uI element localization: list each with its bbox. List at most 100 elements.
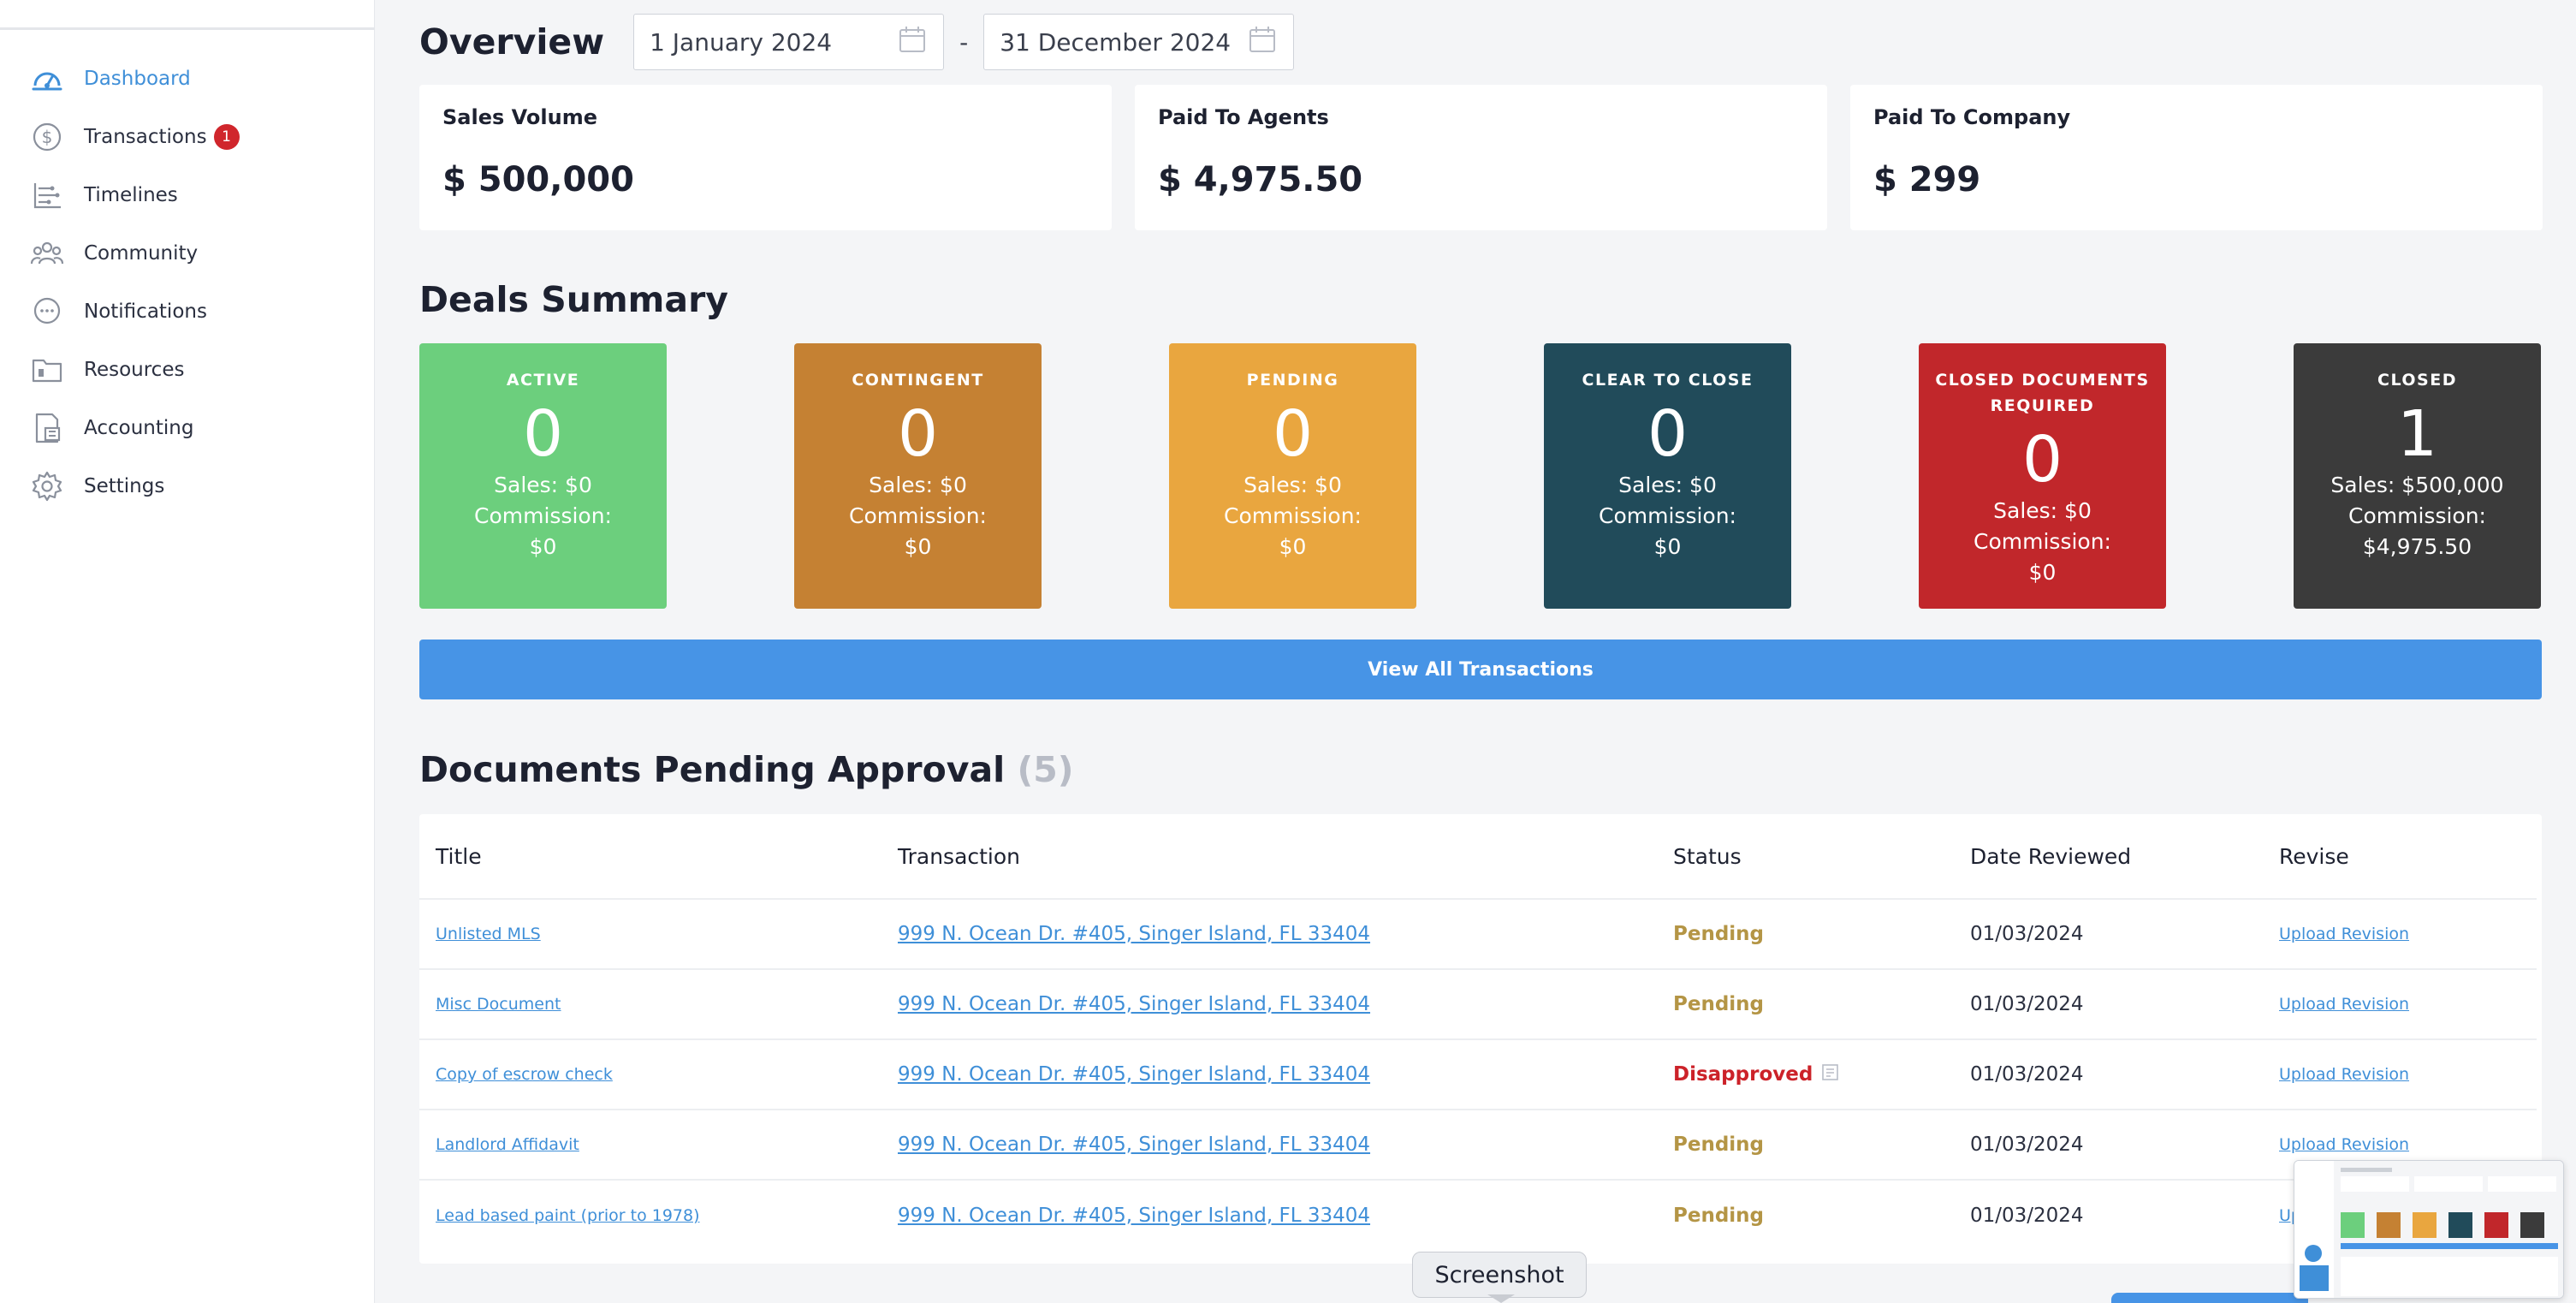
table-row: Landlord Affidavit 999 N. Ocean Dr. #405… [419, 1110, 2537, 1181]
upload-revision-link[interactable]: Upload Revision [2279, 1135, 2409, 1154]
table-header-row: Title Transaction Status Date Reviewed R… [419, 814, 2537, 900]
calendar-icon[interactable] [897, 24, 928, 61]
deal-card-active[interactable]: ACTIVE 0 Sales: $0 Commission: $0 [419, 343, 667, 609]
deal-name: CONTINGENT [852, 371, 984, 390]
start-date-value: 1 January 2024 [650, 27, 833, 57]
sidebar-item-label: Notifications [84, 300, 207, 323]
sidebar-item-label: Transactions [84, 126, 207, 148]
deal-count: 0 [1647, 397, 1689, 471]
comment-note-icon[interactable] [1821, 1063, 1840, 1086]
calendar-icon[interactable] [1247, 24, 1278, 61]
documents-count: (5) [1017, 749, 1074, 790]
stat-value: $ 4,975.50 [1158, 160, 1363, 199]
status-badge: Pending [1673, 923, 1765, 945]
deal-sales: Sales: $0 [1243, 473, 1342, 497]
deals-summary-title: Deals Summary [419, 279, 729, 320]
deal-card-closed[interactable]: CLOSED 1 Sales: $500,000 Commission: $4,… [2294, 343, 2541, 609]
sidebar-item-accounting[interactable]: Accounting [0, 399, 375, 457]
documents-panel: Title Transaction Status Date Reviewed R… [419, 814, 2542, 1264]
deal-sales: Sales: $0 [494, 473, 592, 497]
document-title-link[interactable]: Copy of escrow check [436, 1065, 613, 1084]
table-row: Misc Document 999 N. Ocean Dr. #405, Sin… [419, 970, 2537, 1040]
deal-name: PENDING [1246, 371, 1339, 390]
date-reviewed: 01/03/2024 [1970, 1063, 2084, 1086]
deal-commission: $0 [904, 534, 932, 559]
deal-card-contingent[interactable]: CONTINGENT 0 Sales: $0 Commission: $0 [794, 343, 1042, 609]
ledger-icon [29, 410, 65, 446]
thumbnail-preview-image [2294, 1161, 2563, 1298]
sidebar-item-label: Dashboard [84, 68, 191, 90]
deal-commission: $0 [529, 534, 557, 559]
sidebar-item-notifications[interactable]: Notifications [0, 283, 375, 341]
start-date-picker[interactable]: 1 January 2024 [633, 14, 945, 70]
stat-label: Paid To Company [1873, 105, 2071, 129]
sidebar-item-settings[interactable]: Settings [0, 457, 375, 515]
deal-commission: $0 [2028, 560, 2057, 585]
partial-bottom-button[interactable] [2111, 1293, 2308, 1303]
column-header-status: Status [1673, 843, 1742, 869]
overview-header: Overview 1 January 2024 - 31 December 20… [419, 12, 1295, 72]
transaction-link[interactable]: 999 N. Ocean Dr. #405, Singer Island, FL… [898, 1205, 1370, 1227]
upload-revision-link[interactable]: Upload Revision [2279, 995, 2409, 1014]
transaction-link[interactable]: 999 N. Ocean Dr. #405, Singer Island, FL… [898, 923, 1370, 945]
tooltip-tail [1487, 1294, 1515, 1303]
sidebar-item-timelines[interactable]: Timelines [0, 166, 375, 224]
document-title-link[interactable]: Misc Document [436, 995, 561, 1014]
transaction-link[interactable]: 999 N. Ocean Dr. #405, Singer Island, FL… [898, 1133, 1370, 1156]
documents-pending-title: Documents Pending Approval (5) [419, 749, 1074, 790]
sidebar: Dashboard $ Transactions 1 Timelines Com… [0, 0, 375, 1303]
status-badge: Pending [1673, 993, 1765, 1015]
deal-commission-label: Commission: [1974, 529, 2111, 554]
end-date-value: 31 December 2024 [1000, 27, 1232, 57]
deal-commission-label: Commission: [2348, 503, 2486, 528]
sidebar-item-label: Community [84, 242, 199, 265]
deal-commission-label: Commission: [1599, 503, 1736, 528]
date-reviewed: 01/03/2024 [1970, 1205, 2084, 1227]
date-reviewed: 01/03/2024 [1970, 923, 2084, 945]
people-group-icon [29, 235, 65, 271]
sidebar-item-label: Resources [84, 359, 185, 381]
deal-commission-label: Commission: [1224, 503, 1362, 528]
column-header-date-reviewed: Date Reviewed [1970, 843, 2132, 869]
document-title-link[interactable]: Lead based paint (prior to 1978) [436, 1206, 700, 1225]
deal-cards: ACTIVE 0 Sales: $0 Commission: $0 CONTIN… [419, 343, 2542, 609]
deal-card-clear-to-close[interactable]: CLEAR TO CLOSE 0 Sales: $0 Commission: $… [1544, 343, 1791, 609]
sidebar-item-community[interactable]: Community [0, 224, 375, 283]
sidebar-item-resources[interactable]: Resources [0, 341, 375, 399]
status-badge: Pending [1673, 1205, 1765, 1227]
end-date-picker[interactable]: 31 December 2024 [983, 14, 1295, 70]
deal-name: CLOSED DOCUMENTS REQUIRED [1935, 371, 2150, 415]
transaction-link[interactable]: 999 N. Ocean Dr. #405, Singer Island, FL… [898, 993, 1370, 1015]
sidebar-item-transactions[interactable]: $ Transactions 1 [0, 108, 375, 166]
documents-title-text: Documents Pending Approval [419, 749, 1006, 790]
column-header-title: Title [436, 843, 482, 869]
document-title-link[interactable]: Unlisted MLS [436, 925, 541, 943]
transaction-link[interactable]: 999 N. Ocean Dr. #405, Singer Island, FL… [898, 1063, 1370, 1086]
deal-card-closed-documents-required[interactable]: CLOSED DOCUMENTS REQUIRED 0 Sales: $0 Co… [1919, 343, 2166, 609]
deal-count: 0 [2021, 423, 2063, 497]
dashboard-gauge-icon [29, 61, 65, 97]
stat-card-paid-to-agents: Paid To Agents $ 4,975.50 [1135, 85, 1827, 230]
upload-revision-link[interactable]: Upload Revision [2279, 925, 2409, 943]
deal-commission: $4,975.50 [2362, 534, 2472, 559]
screenshot-thumbnail[interactable] [2294, 1160, 2564, 1299]
document-title-link[interactable]: Landlord Affidavit [436, 1135, 579, 1154]
upload-revision-link[interactable]: Upload Revision [2279, 1065, 2409, 1084]
deal-count: 1 [2396, 397, 2438, 471]
stat-cards: Sales Volume $ 500,000 Paid To Agents $ … [419, 85, 2543, 230]
deal-commission: $0 [1653, 534, 1682, 559]
sidebar-item-label: Timelines [84, 184, 178, 206]
deal-card-pending[interactable]: PENDING 0 Sales: $0 Commission: $0 [1169, 343, 1416, 609]
deal-name: CLOSED [2377, 371, 2457, 390]
stat-value: $ 299 [1873, 160, 1981, 199]
stat-value: $ 500,000 [442, 160, 634, 199]
sidebar-item-dashboard[interactable]: Dashboard [0, 50, 375, 108]
deal-count: 0 [1272, 397, 1314, 471]
deal-sales: Sales: $0 [1993, 498, 2092, 523]
deal-name: CLEAR TO CLOSE [1582, 371, 1754, 390]
view-all-transactions-button[interactable]: View All Transactions [419, 640, 2542, 699]
stat-label: Paid To Agents [1158, 105, 1329, 129]
deal-commission-label: Commission: [849, 503, 987, 528]
stat-card-paid-to-company: Paid To Company $ 299 [1850, 85, 2543, 230]
transactions-count-badge: 1 [213, 124, 240, 150]
